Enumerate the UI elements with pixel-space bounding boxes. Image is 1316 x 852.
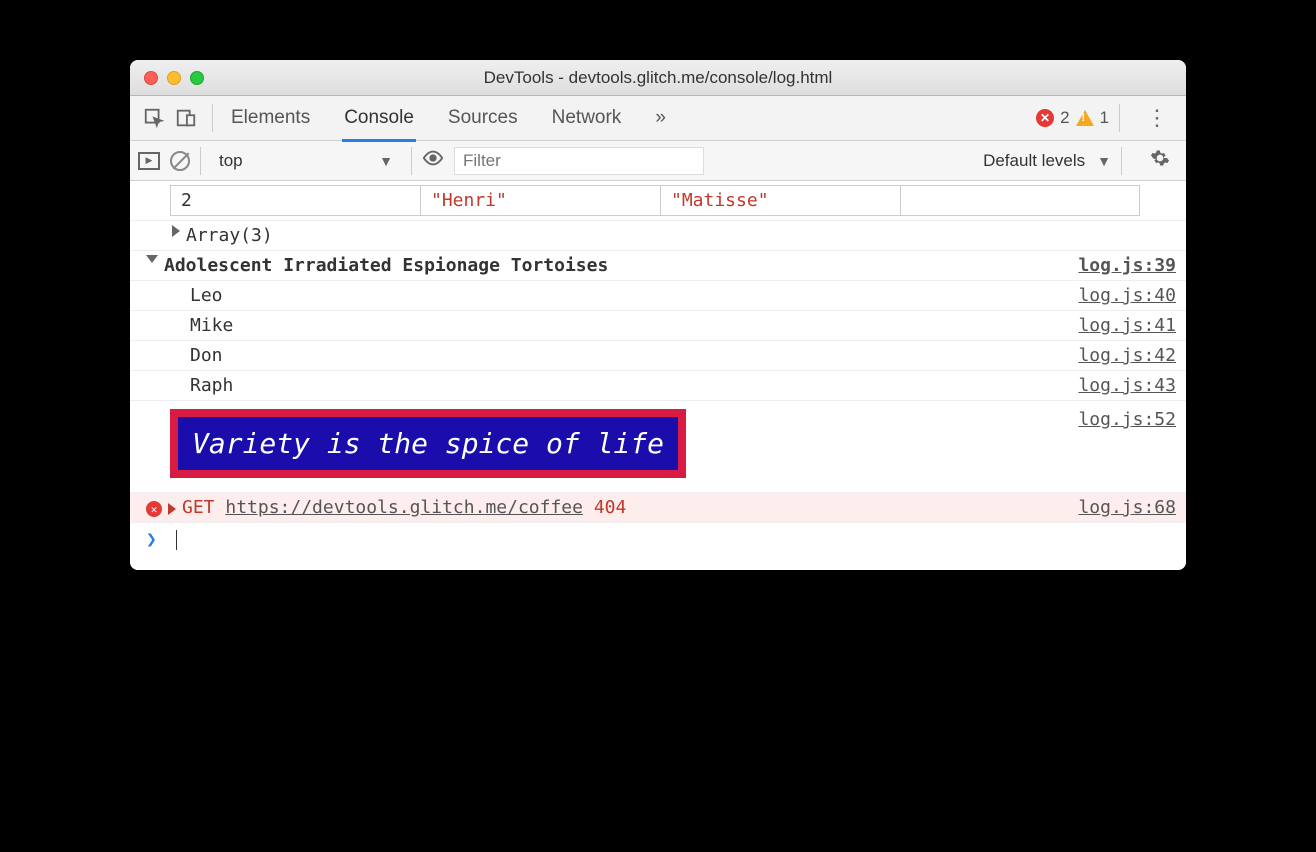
log-text: Leo	[190, 285, 223, 306]
warning-badge-icon	[1076, 110, 1094, 126]
divider	[1119, 104, 1120, 132]
clear-console-icon[interactable]	[170, 151, 190, 171]
console-table-row: 2 "Henri" "Matisse"	[130, 181, 1186, 221]
chevron-down-icon: ▼	[1097, 153, 1111, 169]
chevron-down-icon: ▼	[379, 153, 393, 169]
log-text: Don	[190, 345, 223, 366]
inspect-element-icon[interactable]	[138, 107, 170, 129]
tab-console[interactable]: Console	[342, 97, 416, 142]
log-text: Raph	[190, 375, 233, 396]
expand-icon	[168, 503, 176, 515]
prompt-chevron-icon: ❯	[146, 529, 157, 550]
source-link[interactable]: log.js:52	[1062, 409, 1176, 430]
group-title: Adolescent Irradiated Espionage Tortoise…	[164, 255, 608, 276]
error-icon: ✕	[146, 501, 162, 517]
source-link[interactable]: log.js:40	[1062, 285, 1176, 306]
error-status: 404	[594, 497, 627, 518]
console-log-row: Raph log.js:43	[130, 371, 1186, 401]
console-error-row[interactable]: ✕ GET https://devtools.glitch.me/coffee …	[130, 493, 1186, 523]
devtools-window: DevTools - devtools.glitch.me/console/lo…	[130, 60, 1186, 570]
tab-sources[interactable]: Sources	[446, 97, 520, 139]
collapse-icon	[146, 255, 158, 263]
console-group-header[interactable]: Adolescent Irradiated Espionage Tortoise…	[130, 251, 1186, 281]
console-log-row: Mike log.js:41	[130, 311, 1186, 341]
divider	[411, 147, 412, 175]
tab-overflow[interactable]: »	[653, 97, 668, 139]
source-link[interactable]: log.js:41	[1062, 315, 1176, 336]
source-link[interactable]: log.js:43	[1062, 375, 1176, 396]
titlebar: DevTools - devtools.glitch.me/console/lo…	[130, 60, 1186, 96]
filter-input[interactable]	[454, 147, 704, 175]
close-window-button[interactable]	[144, 71, 158, 85]
console-filterbar: top ▼ Default levels ▼	[130, 141, 1186, 181]
log-text: Mike	[190, 315, 233, 336]
panel-tabs: Elements Console Sources Network »	[229, 97, 1036, 139]
array-label: Array(3)	[186, 225, 273, 246]
more-options-icon[interactable]: ⋮	[1146, 105, 1168, 131]
expand-icon	[172, 225, 180, 237]
divider	[212, 104, 213, 132]
console-settings-icon[interactable]	[1150, 148, 1170, 173]
source-link[interactable]: log.js:39	[1062, 255, 1176, 276]
traffic-lights	[130, 71, 204, 85]
tab-network[interactable]: Network	[550, 97, 624, 139]
maximize-window-button[interactable]	[190, 71, 204, 85]
log-levels-select[interactable]: Default levels ▼	[983, 151, 1111, 171]
levels-label: Default levels	[983, 151, 1085, 171]
console-array-row[interactable]: Array(3)	[130, 221, 1186, 251]
window-title: DevTools - devtools.glitch.me/console/lo…	[130, 68, 1186, 88]
styled-log-text: Variety is the spice of life	[170, 409, 686, 478]
warning-count: 1	[1100, 108, 1109, 128]
console-log-row: Don log.js:42	[130, 341, 1186, 371]
error-badge-icon: ✕	[1036, 109, 1054, 127]
divider	[200, 147, 201, 175]
console-styled-row: Variety is the spice of life log.js:52	[130, 401, 1186, 493]
table-cell-last: "Matisse"	[661, 186, 901, 215]
error-method: GET	[182, 497, 215, 518]
table-cell-first: "Henri"	[421, 186, 661, 215]
console-table: 2 "Henri" "Matisse"	[170, 185, 1140, 216]
issue-counts[interactable]: ✕ 2 1	[1036, 108, 1109, 128]
error-url[interactable]: https://devtools.glitch.me/coffee	[225, 497, 583, 518]
minimize-window-button[interactable]	[167, 71, 181, 85]
source-link[interactable]: log.js:68	[1062, 497, 1176, 518]
console-output: 2 "Henri" "Matisse" Array(3) Adolescent …	[130, 181, 1186, 570]
tab-elements[interactable]: Elements	[229, 97, 312, 139]
table-cell-index: 2	[171, 186, 421, 215]
error-count: 2	[1060, 108, 1069, 128]
source-link[interactable]: log.js:42	[1062, 345, 1176, 366]
context-label: top	[219, 151, 243, 171]
execution-context-select[interactable]: top ▼	[211, 151, 401, 171]
divider	[1121, 147, 1122, 175]
devtools-tabbar: Elements Console Sources Network » ✕ 2 1…	[130, 96, 1186, 141]
console-sidebar-toggle-icon[interactable]	[138, 152, 160, 170]
live-expression-icon[interactable]	[422, 147, 444, 174]
device-toolbar-icon[interactable]	[170, 107, 202, 129]
console-prompt[interactable]: ❯	[130, 523, 1186, 570]
console-log-row: Leo log.js:40	[130, 281, 1186, 311]
input-caret	[176, 530, 177, 550]
table-cell-empty	[901, 186, 1139, 215]
